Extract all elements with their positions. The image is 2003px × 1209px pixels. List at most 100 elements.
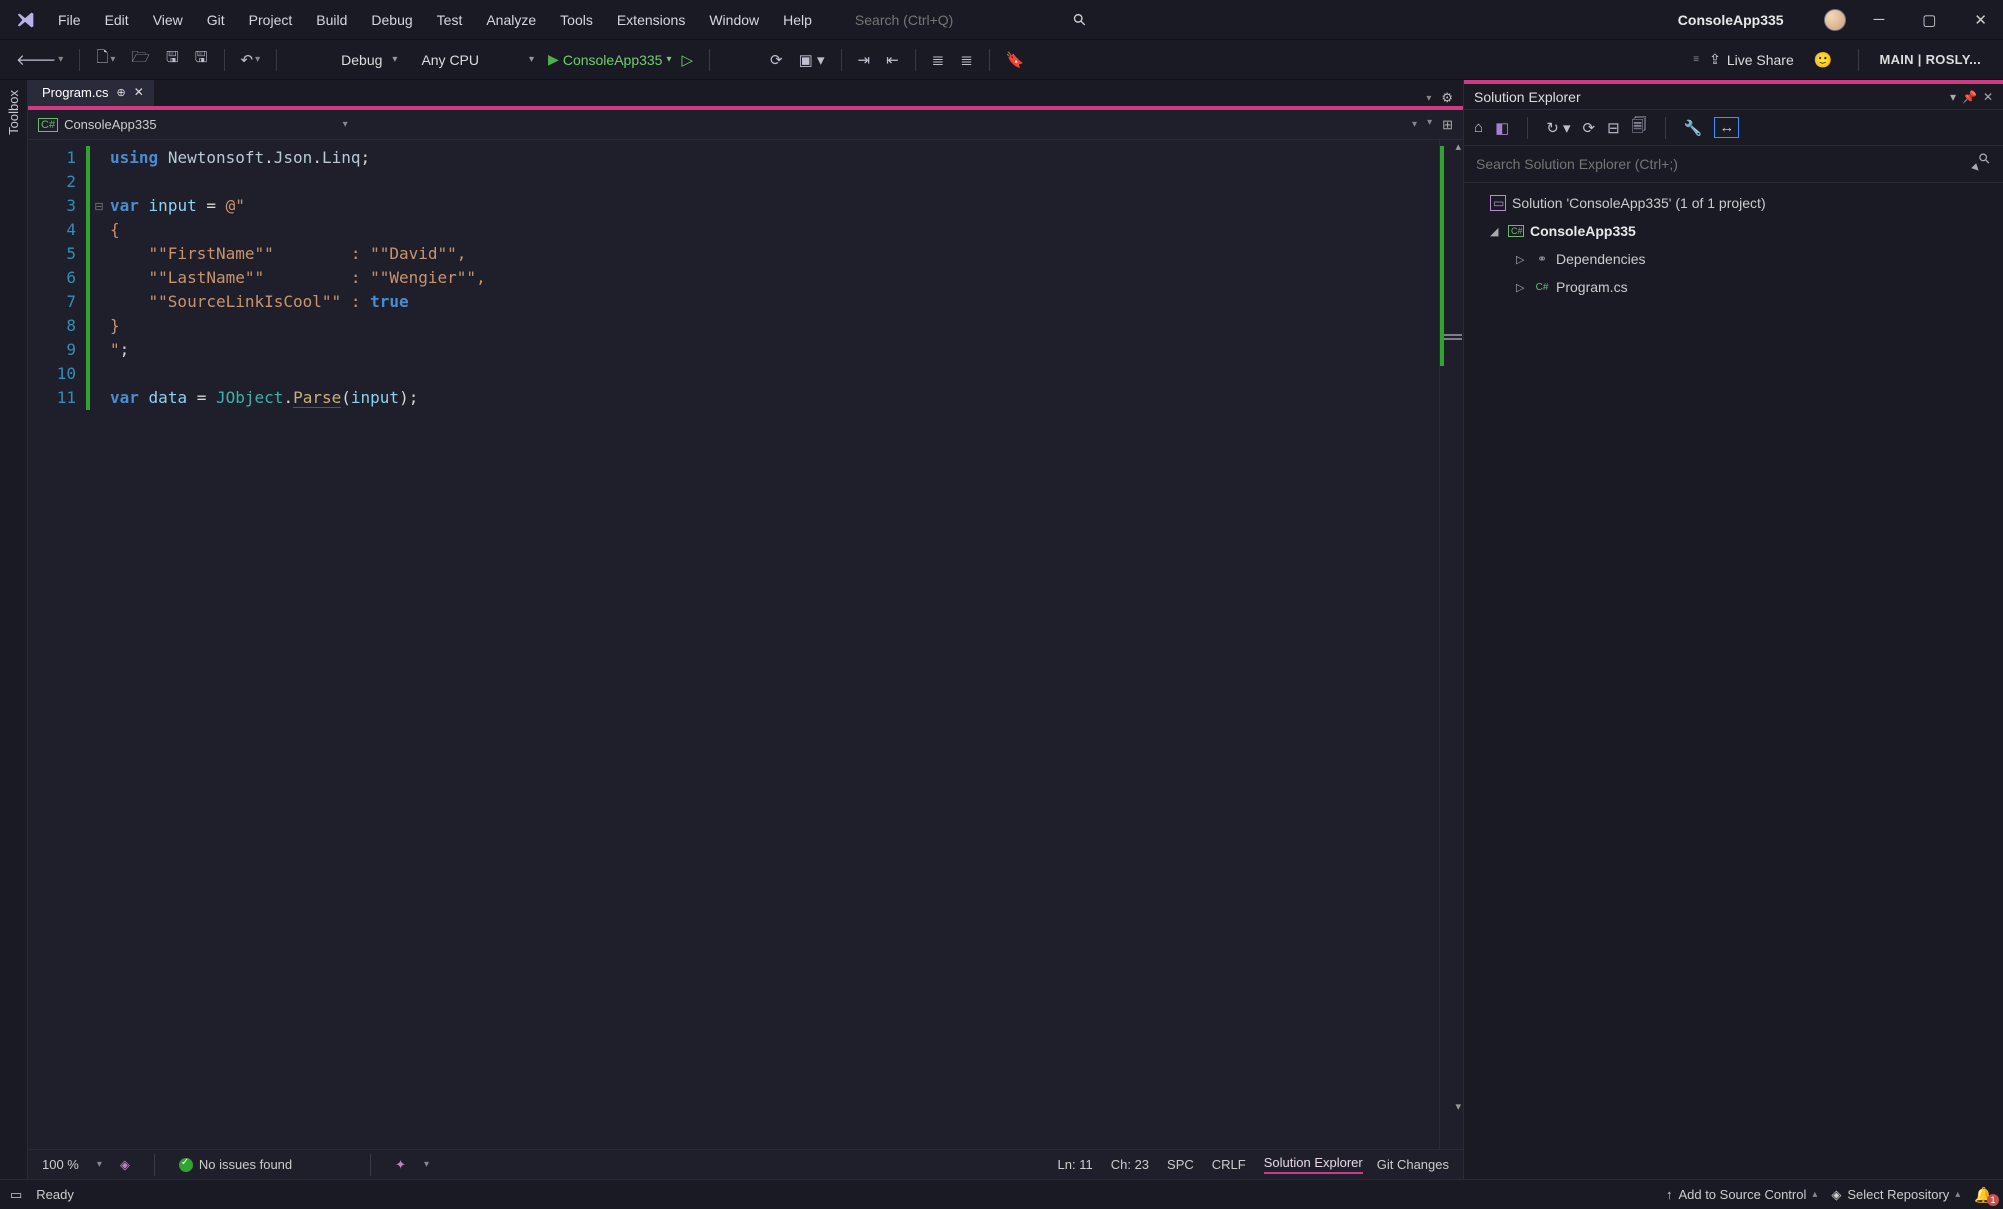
save-all-button[interactable]: 🖫 — [189, 43, 214, 76]
member-dropdown[interactable]: ▾ — [358, 115, 1427, 134]
scroll-up-icon[interactable]: ▴ — [1455, 140, 1461, 153]
menu-build[interactable]: Build — [304, 6, 359, 34]
line-indicator[interactable]: Ln: 11 — [1058, 1157, 1093, 1172]
check-icon — [179, 1158, 193, 1172]
home-icon[interactable]: ⌂ — [1474, 119, 1483, 136]
collapse-all-icon[interactable]: ⊟ — [1607, 119, 1620, 137]
project-node[interactable]: ◢ C# ConsoleApp335 — [1472, 217, 1995, 245]
close-panel-icon[interactable]: ✕ — [1983, 90, 1993, 104]
solution-search-input[interactable] — [1472, 150, 1995, 178]
zoom-dropdown-icon[interactable]: ▾ — [97, 1159, 102, 1170]
zoom-level[interactable]: 100 % — [42, 1157, 79, 1172]
tab-drop-button[interactable]: ▾ — [1426, 93, 1431, 104]
back-button[interactable]: 🡐 ▾ — [10, 46, 69, 73]
editor-area: Program.cs ⊕ ✕ ▾ ⚙ C# ConsoleApp335 ▾ ▾ … — [28, 80, 1463, 1179]
expand-icon[interactable]: ▷ — [1516, 253, 1528, 266]
vs-logo-icon — [12, 6, 40, 34]
menu-view[interactable]: View — [141, 6, 195, 34]
menu-edit[interactable]: Edit — [93, 6, 141, 34]
notifications-button[interactable]: 🔔 — [1974, 1186, 1993, 1204]
scroll-down-icon[interactable]: ▾ — [1455, 1100, 1461, 1113]
output-icon[interactable]: ▭ — [10, 1187, 22, 1203]
feedback-button[interactable]: 🙂 — [1808, 47, 1839, 73]
menu-window[interactable]: Window — [697, 6, 771, 34]
start-debug-button[interactable]: ▶ ConsoleApp335 ▾ — [548, 51, 671, 68]
open-button[interactable]: 🗁 — [125, 43, 156, 76]
toolbar-overflow-button[interactable]: ≡ — [1687, 50, 1705, 69]
pending-changes-icon[interactable]: ↻ ▾ — [1546, 119, 1570, 137]
start-no-debug-button[interactable]: ▷ — [676, 47, 700, 73]
preview-selected-icon[interactable]: ↔ — [1714, 117, 1739, 138]
minimize-button[interactable]: ─ — [1864, 7, 1895, 32]
menu-tools[interactable]: Tools — [548, 6, 605, 34]
whitespace-indicator[interactable]: SPC — [1167, 1157, 1194, 1172]
intellicode-icon[interactable]: ✦ — [395, 1157, 406, 1173]
step-button-1[interactable]: ▣ ▾ — [793, 47, 831, 73]
expand-icon[interactable]: ◢ — [1490, 225, 1502, 238]
error-nav-icon[interactable]: ◈ — [120, 1157, 130, 1173]
properties-icon[interactable]: 🔧 — [1684, 119, 1703, 137]
tab-program-cs[interactable]: Program.cs ⊕ ✕ — [28, 80, 154, 106]
col-indicator[interactable]: Ch: 23 — [1111, 1157, 1149, 1172]
select-repository[interactable]: ◈ Select Repository ▴ — [1831, 1187, 1960, 1203]
fold-toggle-icon[interactable]: ⊟ — [92, 194, 106, 218]
line-number-gutter: 1234567891011 — [28, 140, 86, 1149]
menu-test[interactable]: Test — [425, 6, 475, 34]
tab-git-changes[interactable]: Git Changes — [1377, 1157, 1449, 1172]
search-icon[interactable]: ⚲ — [1069, 8, 1091, 30]
undo-button[interactable]: ↶ ▾ — [235, 47, 267, 73]
maximize-button[interactable]: ▢ — [1912, 7, 1946, 33]
file-node-program-cs[interactable]: ▷ C# Program.cs — [1472, 273, 1995, 301]
user-avatar[interactable] — [1824, 9, 1846, 31]
issues-indicator[interactable]: No issues found — [179, 1157, 292, 1172]
solution-tree: ▭ Solution 'ConsoleApp335' (1 of 1 proje… — [1464, 183, 2003, 307]
split-editor-icon[interactable]: ⊞ — [1442, 117, 1453, 133]
search-input[interactable] — [848, 7, 1068, 33]
menu-debug[interactable]: Debug — [359, 6, 424, 34]
bookmark-button[interactable]: 🔖 — [1000, 47, 1031, 73]
repo-icon: ◈ — [1831, 1187, 1841, 1203]
tab-settings-icon[interactable]: ⚙ — [1441, 90, 1453, 106]
fold-gutter: ⊟ — [92, 140, 106, 1149]
code-content[interactable]: using Newtonsoft.Json.Linq; var input = … — [106, 140, 1439, 1149]
nav-dropdown-extra[interactable]: ▾ — [1427, 117, 1432, 133]
live-share-icon: ⇪ — [1709, 51, 1721, 68]
minimap[interactable]: ▴ ▾ — [1439, 140, 1463, 1149]
tab-solution-explorer[interactable]: Solution Explorer — [1264, 1155, 1363, 1174]
panel-dropdown-icon[interactable]: ▾ — [1950, 90, 1956, 104]
toolbox-tab[interactable]: Toolbox — [6, 90, 21, 135]
pin-panel-icon[interactable]: 📌 — [1962, 90, 1977, 104]
live-share-button[interactable]: ⇪ Live Share — [1709, 51, 1794, 68]
save-button[interactable]: 🖫 — [160, 43, 185, 76]
config-dropdown[interactable]: Debug▾ — [331, 48, 407, 72]
uncomment-button[interactable]: ≣ — [954, 47, 979, 73]
close-tab-icon[interactable]: ✕ — [134, 85, 144, 99]
menu-project[interactable]: Project — [237, 6, 305, 34]
main-area: Toolbox Program.cs ⊕ ✕ ▾ ⚙ C# ConsoleApp… — [0, 80, 2003, 1179]
decrease-indent-button[interactable]: ⇤ — [880, 47, 905, 73]
increase-indent-button[interactable]: ⇥ — [852, 47, 877, 73]
menu-help[interactable]: Help — [771, 6, 824, 34]
dependencies-node[interactable]: ▷ ⚭ Dependencies — [1472, 245, 1995, 273]
platform-dropdown[interactable]: Any CPU▾ — [411, 48, 544, 72]
branch-label[interactable]: MAIN | ROSLY... — [1879, 52, 1981, 67]
expand-icon[interactable]: ▷ — [1516, 281, 1528, 294]
sync-icon[interactable]: ⟳ — [1583, 119, 1596, 137]
menu-analyze[interactable]: Analyze — [474, 6, 548, 34]
solution-node[interactable]: ▭ Solution 'ConsoleApp335' (1 of 1 proje… — [1472, 189, 1995, 217]
code-editor[interactable]: 1234567891011 ⊟ using Newtonsoft.Json.Li… — [28, 140, 1463, 1149]
menu-git[interactable]: Git — [195, 6, 237, 34]
comment-button[interactable]: ≣ — [926, 47, 951, 73]
project-dropdown[interactable]: C# ConsoleApp335 ▾ — [28, 113, 358, 136]
line-ending-indicator[interactable]: CRLF — [1212, 1157, 1246, 1172]
add-to-source-control[interactable]: ↑ Add to Source Control ▴ — [1666, 1187, 1817, 1202]
menu-file[interactable]: File — [46, 6, 93, 34]
editor-navbar: C# ConsoleApp335 ▾ ▾ ▾ ⊞ — [28, 110, 1463, 140]
browser-link-button[interactable]: ⟳ — [764, 47, 789, 73]
show-all-icon[interactable]: 🗐 — [1632, 115, 1647, 140]
close-window-button[interactable]: ✕ — [1964, 7, 1997, 33]
new-project-button[interactable]: 🗋 ▾ — [90, 43, 121, 76]
pin-icon[interactable]: ⊕ — [116, 86, 125, 99]
switch-views-icon[interactable]: ◧ — [1495, 119, 1509, 137]
menu-extensions[interactable]: Extensions — [605, 6, 697, 34]
